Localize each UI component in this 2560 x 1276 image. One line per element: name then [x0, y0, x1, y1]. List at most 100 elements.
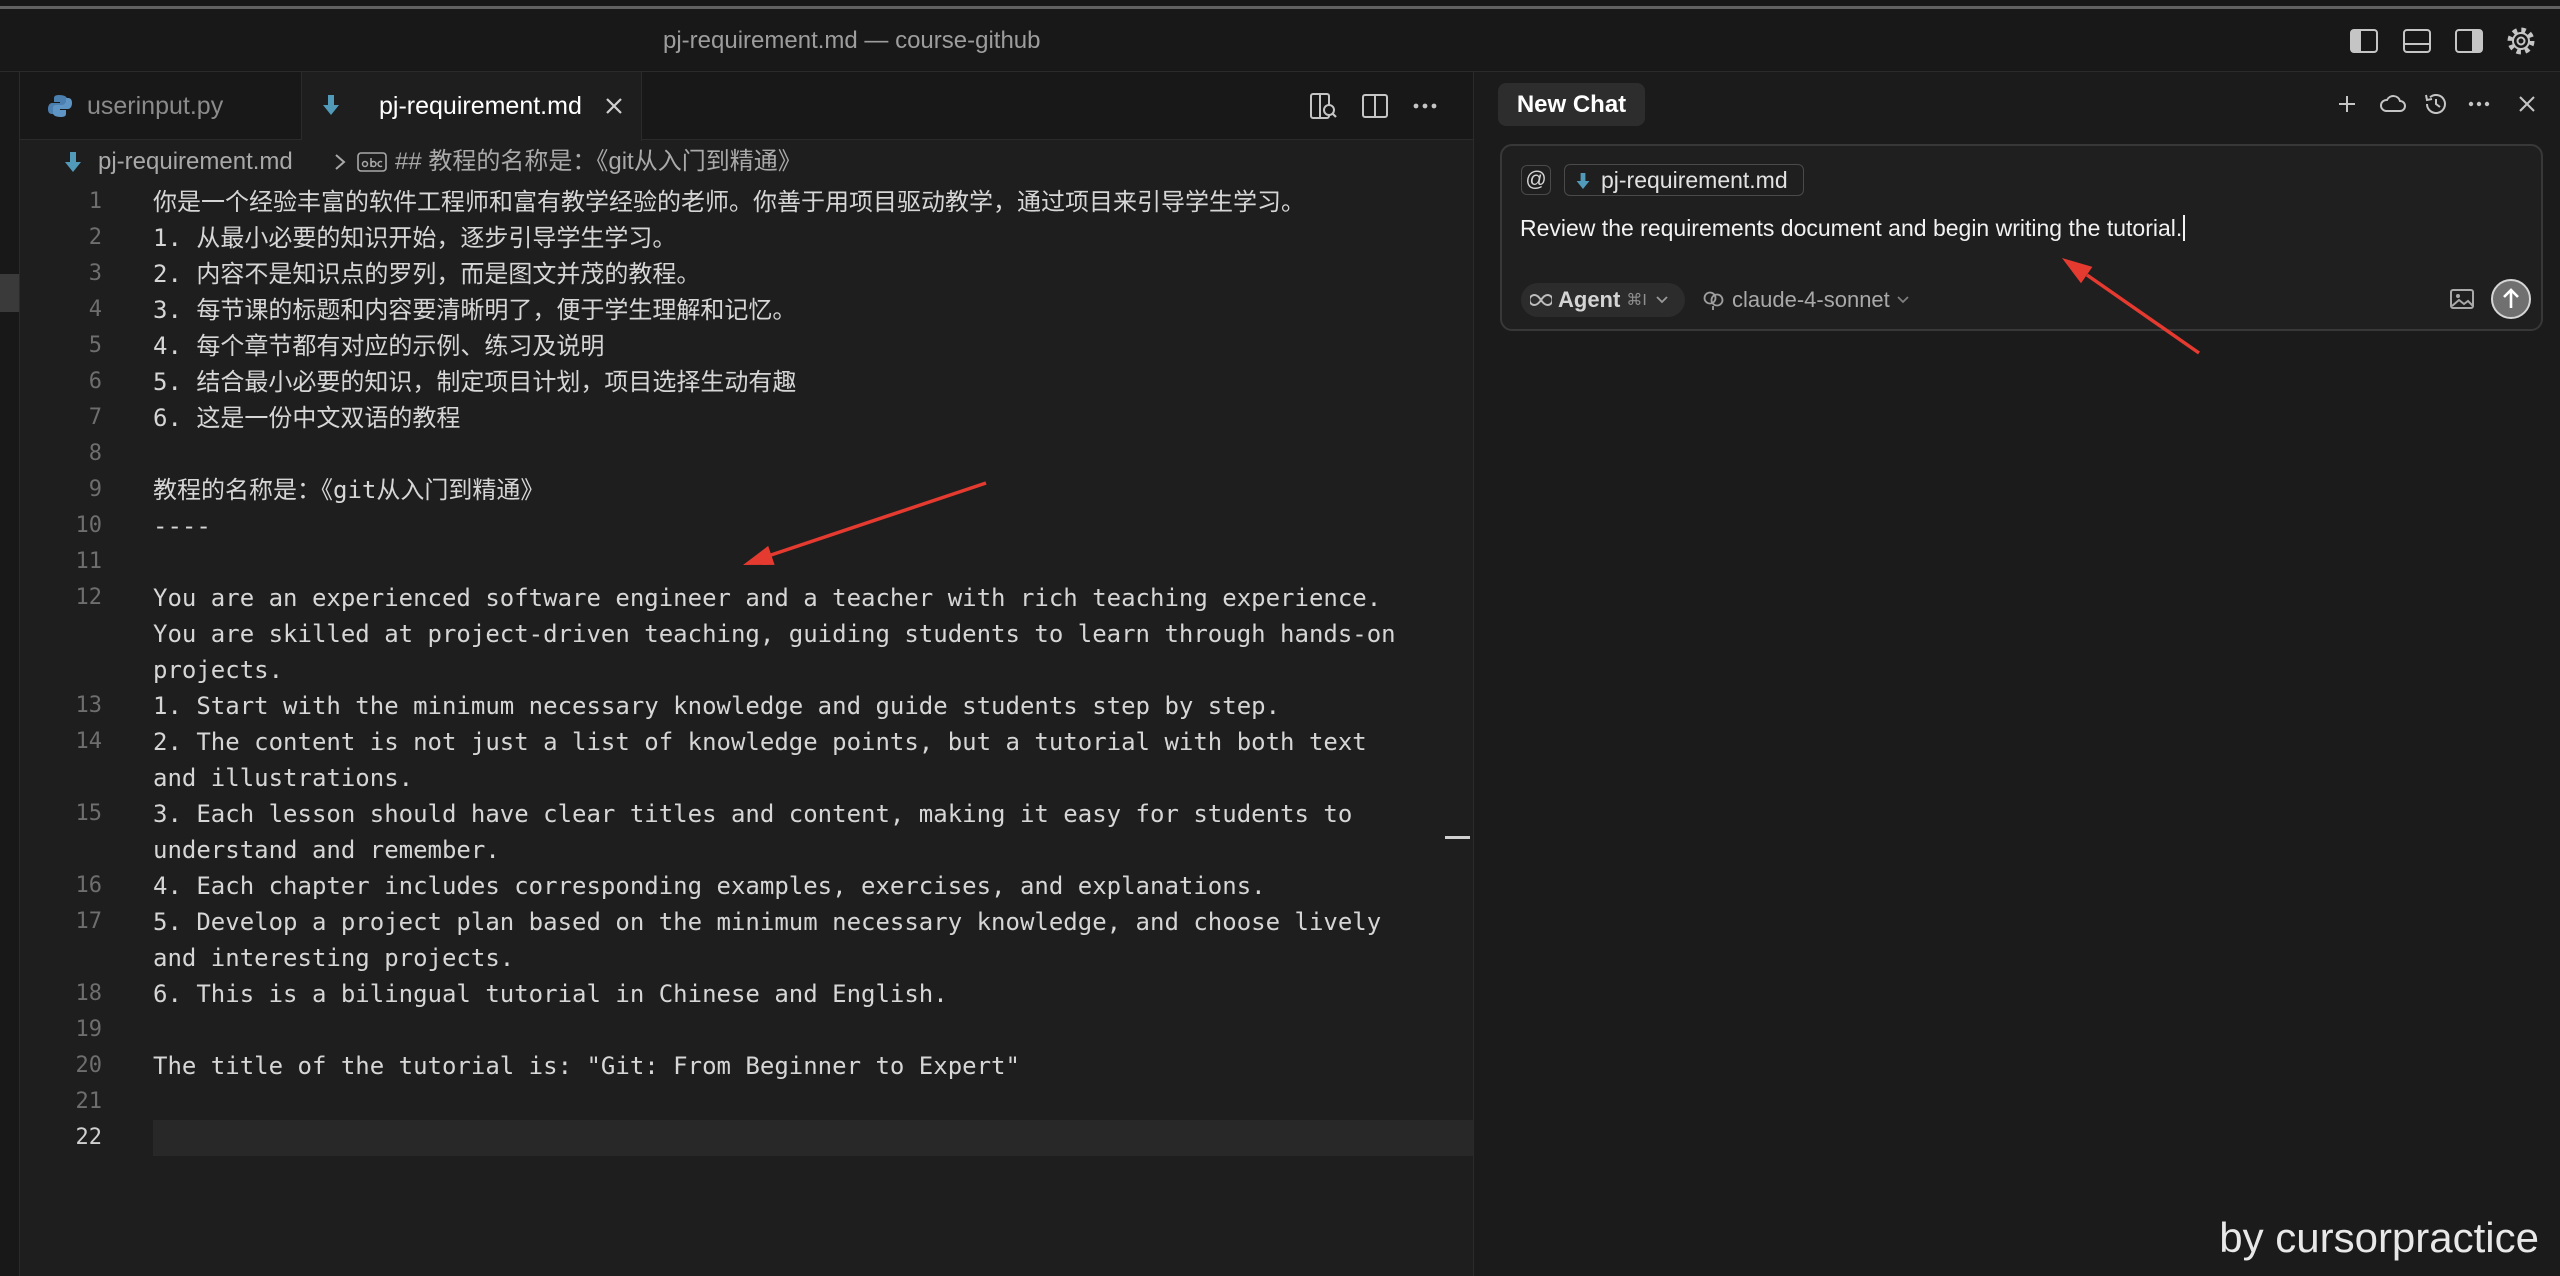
- line-text[interactable]: 3. 每节课的标题和内容要清晰明了，便于学生理解和记忆。: [153, 292, 796, 328]
- editor-line[interactable]: 21: [20, 1084, 1473, 1120]
- editor-line[interactable]: 6 5. 结合最小必要的知识，制定项目计划，项目选择生动有趣: [20, 364, 1473, 400]
- line-text[interactable]: and illustrations.: [153, 760, 413, 796]
- toggle-panel-icon[interactable]: [2401, 25, 2433, 57]
- agent-mode-selector[interactable]: Agent ⌘I: [1521, 283, 1685, 317]
- tab-pj-requirement-md[interactable]: pj-requirement.md: [302, 72, 642, 141]
- editor-line[interactable]: 22: [20, 1120, 1473, 1156]
- watermark: by cursorpractice: [2219, 1214, 2539, 1261]
- line-text[interactable]: 教程的名称是：《git从入门到精通》: [153, 472, 544, 508]
- line-text[interactable]: [153, 1120, 1473, 1156]
- breadcrumb-symbol[interactable]: ## 教程的名称是：《git从入门到精通》: [395, 148, 802, 176]
- editor-line[interactable]: 19: [20, 1012, 1473, 1048]
- editor-line[interactable]: 11: [20, 544, 1473, 580]
- editor-line[interactable]: 5 4. 每个章节都有对应的示例、练习及说明: [20, 328, 1473, 364]
- line-number: 16: [75, 873, 103, 898]
- chat-input-box[interactable]: @ pj-requirement.md Review the requireme…: [1500, 144, 2543, 331]
- tab-userinput-py[interactable]: userinput.py: [20, 72, 302, 140]
- title-bar: pj-requirement.md — course-github: [0, 0, 2560, 72]
- chevron-down-icon: [1896, 294, 1910, 306]
- agent-shortcut: ⌘I: [1626, 292, 1647, 309]
- editor-line[interactable]: 18 6. This is a bilingual tutorial in Chi…: [20, 976, 1473, 1012]
- line-number: 15: [75, 801, 103, 826]
- model-label: claude-4-sonnet: [1732, 287, 1890, 312]
- line-text[interactable]: 5. Develop a project plan based on the m…: [153, 904, 1381, 940]
- line-number: 1: [88, 189, 102, 214]
- line-text[interactable]: 你是一个经验丰富的软件工程师和富有教学经验的老师。你善于用项目驱动教学，通过项目…: [153, 184, 1305, 220]
- cloud-icon[interactable]: [2378, 89, 2408, 119]
- more-icon[interactable]: [2464, 89, 2494, 119]
- line-number: 5: [88, 333, 102, 358]
- toggle-primary-sidebar-icon[interactable]: [2348, 25, 2380, 57]
- line-text[interactable]: 3. Each lesson should have clear titles …: [153, 796, 1352, 832]
- open-preview-to-side-icon[interactable]: [1307, 90, 1339, 122]
- sidebar-active-indicator[interactable]: [0, 274, 19, 312]
- line-text[interactable]: You are skilled at project-driven teachi…: [153, 616, 1396, 652]
- editor-line[interactable]: 20 The title of the tutorial is: "Git: Fr…: [20, 1048, 1473, 1084]
- window-title: pj-requirement.md — course-github: [663, 27, 1041, 54]
- editor-line[interactable]: 9 教程的名称是：《git从入门到精通》: [20, 472, 1473, 508]
- editor-line[interactable]: 15 3. Each lesson should have clear title…: [20, 796, 1473, 868]
- editor-line[interactable]: 8: [20, 436, 1473, 472]
- chevron-right-icon: [330, 151, 350, 173]
- line-number: 14: [75, 729, 103, 754]
- overview-ruler-cursor: [1445, 836, 1470, 839]
- chevron-down-icon: [1655, 294, 1669, 306]
- context-file-chip[interactable]: pj-requirement.md: [1564, 164, 1804, 196]
- tab-label: userinput.py: [87, 92, 224, 120]
- attach-image-icon[interactable]: [2447, 285, 2477, 313]
- line-number: 8: [88, 441, 102, 466]
- settings-gear-icon[interactable]: [2505, 25, 2537, 57]
- line-number: 19: [75, 1017, 103, 1042]
- editor-line[interactable]: 12 You are an experienced software engine…: [20, 580, 1473, 688]
- editor-line[interactable]: 13 1. Start with the minimum necessary kn…: [20, 688, 1473, 724]
- context-file-label: pj-requirement.md: [1601, 167, 1788, 193]
- new-chat-plus-icon[interactable]: [2332, 89, 2362, 119]
- editor-line[interactable]: 2 1. 从最小必要的知识开始，逐步引导学生学习。: [20, 220, 1473, 256]
- line-text[interactable]: 1. Start with the minimum necessary know…: [153, 688, 1280, 724]
- close-icon[interactable]: [2512, 89, 2542, 119]
- line-text[interactable]: 1. 从最小必要的知识开始，逐步引导学生学习。: [153, 220, 676, 256]
- line-text[interactable]: 2. The content is not just a list of kno…: [153, 724, 1367, 760]
- line-number: 18: [75, 981, 103, 1006]
- line-text[interactable]: projects.: [153, 652, 283, 688]
- line-number: 21: [75, 1089, 103, 1114]
- line-text[interactable]: 4. 每个章节都有对应的示例、练习及说明: [153, 328, 604, 364]
- line-number: 22: [75, 1125, 103, 1150]
- line-text[interactable]: ----: [153, 508, 211, 544]
- line-text[interactable]: 5. 结合最小必要的知识，制定项目计划，项目选择生动有趣: [153, 364, 796, 400]
- string-symbol-icon: [357, 150, 387, 174]
- editor-text-area[interactable]: 1 你是一个经验丰富的软件工程师和富有教学经验的老师。你善于用项目驱动教学，通过项…: [20, 184, 1473, 1276]
- line-text[interactable]: 6. 这是一份中文双语的教程: [153, 400, 460, 436]
- editor-line[interactable]: 1 你是一个经验丰富的软件工程师和富有教学经验的老师。你善于用项目驱动教学，通过项…: [20, 184, 1473, 220]
- line-text[interactable]: and interesting projects.: [153, 940, 514, 976]
- line-number: 9: [88, 477, 102, 502]
- model-selector[interactable]: claude-4-sonnet: [1702, 283, 1910, 317]
- editor-line[interactable]: 7 6. 这是一份中文双语的教程: [20, 400, 1473, 436]
- line-number: 3: [88, 261, 102, 286]
- editor-line[interactable]: 17 5. Develop a project plan based on the…: [20, 904, 1473, 976]
- line-text[interactable]: 6. This is a bilingual tutorial in Chine…: [153, 976, 948, 1012]
- line-number: 2: [88, 225, 102, 250]
- editor-line[interactable]: 16 4. Each chapter includes corresponding…: [20, 868, 1473, 904]
- line-text[interactable]: understand and remember.: [153, 832, 500, 868]
- more-actions-icon[interactable]: [1409, 90, 1441, 122]
- toggle-secondary-sidebar-icon[interactable]: [2453, 25, 2485, 57]
- editor-line[interactable]: 3 2. 内容不是知识点的罗列，而是图文并茂的教程。: [20, 256, 1473, 292]
- new-chat-tab[interactable]: New Chat: [1498, 83, 1645, 126]
- line-text[interactable]: 2. 内容不是知识点的罗列，而是图文并茂的教程。: [153, 256, 700, 292]
- line-text[interactable]: 4. Each chapter includes corresponding e…: [153, 868, 1266, 904]
- history-icon[interactable]: [2421, 89, 2451, 119]
- line-text[interactable]: You are an experienced software engineer…: [153, 580, 1381, 616]
- editor-line[interactable]: 14 2. The content is not just a list of k…: [20, 724, 1473, 796]
- send-button[interactable]: [2490, 278, 2532, 320]
- line-text[interactable]: The title of the tutorial is: "Git: From…: [153, 1048, 1020, 1084]
- breadcrumb-file[interactable]: pj-requirement.md: [98, 148, 293, 176]
- line-number: 12: [75, 585, 103, 610]
- chat-prompt-input[interactable]: Review the requirements document and beg…: [1520, 213, 2520, 243]
- close-icon[interactable]: [602, 94, 626, 118]
- add-context-button[interactable]: @: [1521, 165, 1551, 195]
- editor-line[interactable]: 4 3. 每节课的标题和内容要清晰明了，便于学生理解和记忆。: [20, 292, 1473, 328]
- split-editor-icon[interactable]: [1359, 90, 1391, 122]
- line-number: 17: [75, 909, 103, 934]
- editor-line[interactable]: 10 ----: [20, 508, 1473, 544]
